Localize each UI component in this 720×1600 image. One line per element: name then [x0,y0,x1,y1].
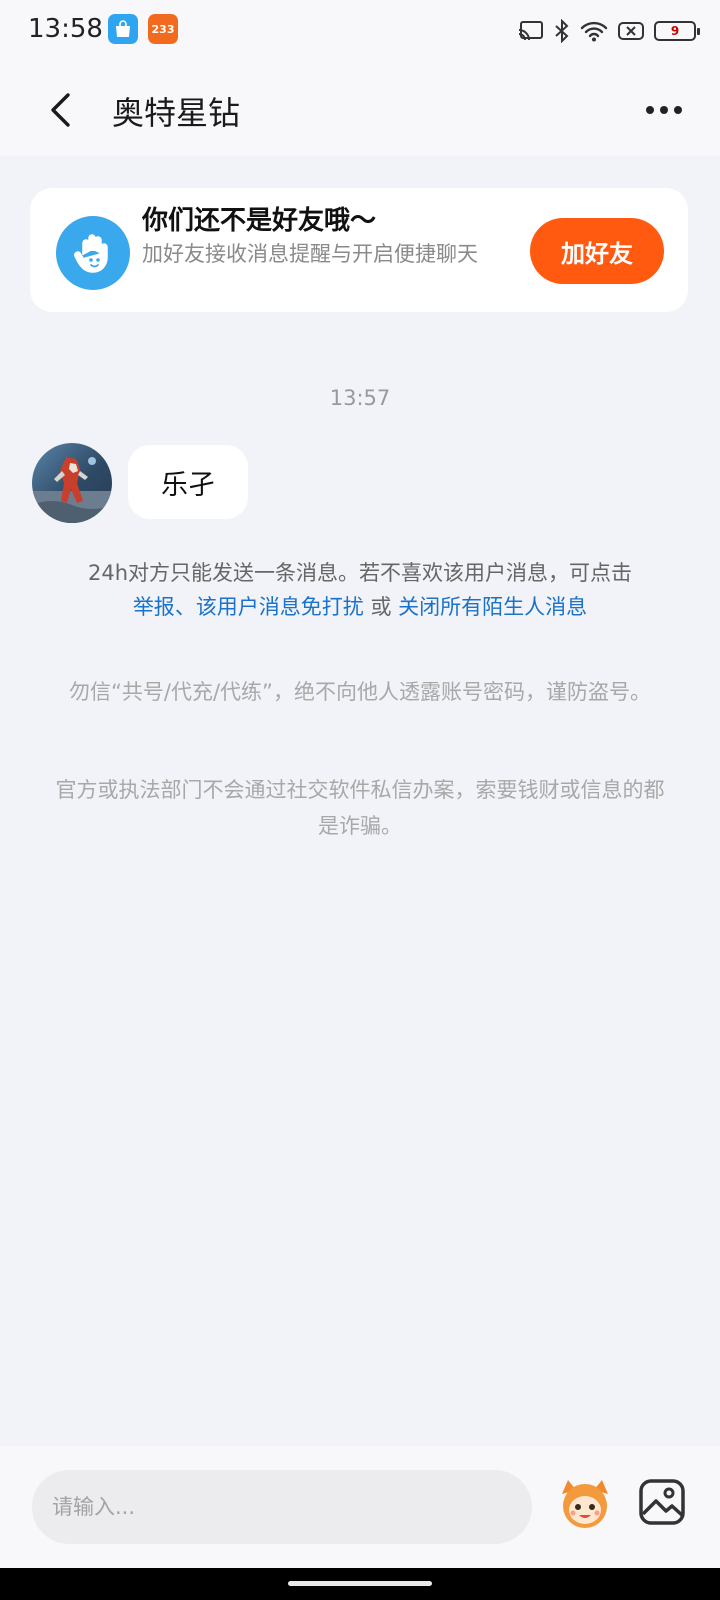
more-button[interactable] [636,86,692,134]
status-time: 13:58 [28,14,103,44]
notice-separator: 、 [174,595,196,619]
message-input[interactable] [32,1470,532,1544]
friend-prompt-title: 你们还不是好友哦～ [142,206,377,236]
page-title: 奥特星钻 [112,94,241,132]
mute-user-link[interactable]: 该用户消息免打扰 [196,595,364,619]
emoji-mascot-icon [562,1480,608,1528]
status-bar: 13:58 233 9 [0,0,720,64]
friend-prompt-card: 你们还不是好友哦～ 加好友接收消息提醒与开启便捷聊天 加好友 [30,188,688,312]
input-bar [0,1446,720,1568]
image-button[interactable] [636,1476,688,1528]
system-nav-bar [0,1568,720,1600]
close-stranger-messages-link[interactable]: 关闭所有陌生人消息 [398,595,587,619]
fraud-warning: 官方或执法部门不会通过社交软件私信办案，索要钱财或信息的都是诈骗。 [55,778,665,838]
bluetooth-icon [555,19,569,43]
title-bar: 奥特星钻 [0,64,720,156]
more-dots-icon [646,106,654,114]
back-button[interactable] [36,86,84,134]
home-indicator[interactable] [288,1581,432,1586]
image-icon [639,1479,685,1525]
app-233-icon: 233 [148,14,178,44]
friend-prompt-description: 加好友接收消息提醒与开启便捷聊天 [142,242,478,266]
wifi-icon [580,21,608,42]
status-icons: 9 [518,14,700,48]
chevron-left-icon [51,93,70,127]
notice-conjunction: 或 [363,595,399,619]
security-warning: 勿信“共号/代充/代练”，绝不向他人透露账号密码，谨防盗号。 [69,680,651,704]
cast-icon [518,21,543,41]
report-link[interactable]: 举报 [133,595,175,619]
message-bubble[interactable]: 乐孑 [128,445,248,519]
hand-icon [56,216,130,290]
no-sim-icon [618,22,644,40]
emoji-button[interactable] [554,1472,616,1534]
bag-icon [108,14,138,44]
avatar[interactable] [32,443,112,523]
notice-text: 24h对方只能发送一条消息。若不喜欢该用户消息，可点击 [87,561,633,585]
battery-icon: 9 [654,21,700,41]
message-timestamp: 13:57 [329,386,391,410]
stranger-notice: 24h对方只能发送一条消息。若不喜欢该用户消息，可点击 举报、该用户消息免打扰 … [40,556,680,624]
add-friend-button[interactable]: 加好友 [530,218,664,284]
